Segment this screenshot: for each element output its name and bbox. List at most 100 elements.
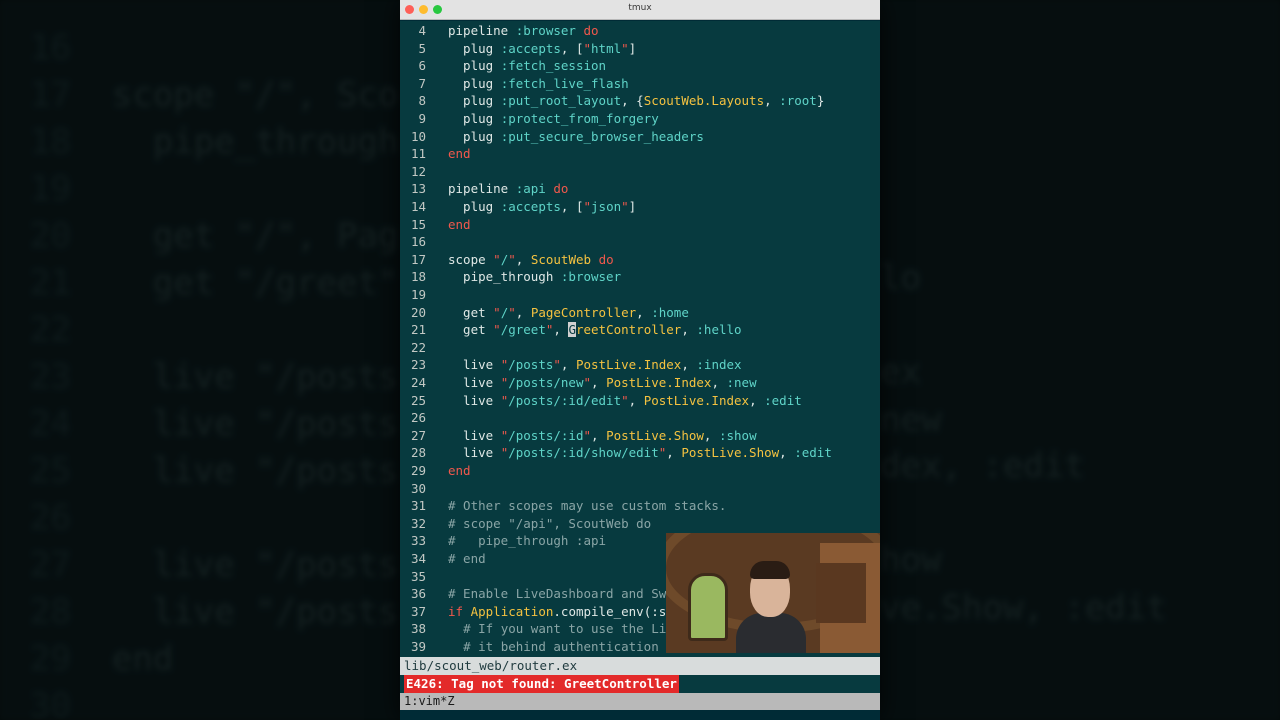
line-number: 18 — [410, 269, 426, 285]
line-number: 32 — [410, 515, 426, 531]
code-text: plug :put_secure_browser_headers — [448, 128, 704, 144]
code-text: plug :fetch_session — [448, 58, 607, 74]
line-number: 29 — [410, 463, 426, 478]
code-text: scope "/", ScoutWeb do — [448, 251, 614, 267]
code-line[interactable]: 19 — [400, 286, 880, 304]
code-text: end — [448, 146, 471, 162]
window-title: tmux — [628, 3, 652, 13]
line-number: 35 — [410, 568, 426, 584]
line-number: 34 — [410, 551, 426, 566]
code-line[interactable]: 8 plug :put_root_layout, {ScoutWeb.Layou… — [400, 92, 880, 110]
code-text: live "/posts", PostLive.Index, :index — [448, 357, 742, 373]
code-text: plug :accepts, ["html"] — [448, 40, 637, 56]
webcam-overlay — [666, 533, 880, 653]
code-text: # end — [448, 551, 486, 566]
terminal-window: tmux 4 pipeline :browser do 5 plug :accept… — [400, 0, 880, 720]
line-number: 27 — [410, 427, 426, 443]
line-number: 30 — [410, 480, 426, 496]
code-line[interactable]: 16 — [400, 233, 880, 251]
line-number: 20 — [410, 304, 426, 320]
tmux-status-bar: 1:vim*Z — [400, 693, 880, 710]
code-text: # Enable LiveDashboard and Sw — [448, 586, 667, 602]
code-line[interactable]: 12 — [400, 163, 880, 181]
code-text: live "/posts/:id/show/edit", PostLive.Sh… — [448, 445, 832, 461]
line-number: 19 — [410, 287, 426, 302]
window-titlebar[interactable]: tmux — [400, 0, 880, 20]
cam-background-shelf — [816, 563, 866, 623]
code-line[interactable]: 29 end — [400, 462, 880, 480]
line-number: 33 — [410, 533, 426, 549]
code-text: # scope "/api", ScoutWeb do — [448, 515, 652, 531]
code-text: # Other scopes may use custom stacks. — [448, 498, 727, 514]
code-text: pipeline :api do — [448, 181, 569, 197]
code-line[interactable]: 25 live "/posts/:id/edit", PostLive.Inde… — [400, 392, 880, 410]
code-text: live "/posts/:id", PostLive.Show, :show — [448, 427, 757, 443]
code-line[interactable]: 4 pipeline :browser do — [400, 22, 880, 40]
presenter-hair — [750, 561, 790, 579]
line-number: 25 — [410, 392, 426, 408]
code-line[interactable]: 13 pipeline :api do — [400, 180, 880, 198]
code-text: # pipe_through :api — [448, 533, 607, 549]
code-line[interactable]: 10 plug :put_secure_browser_headers — [400, 128, 880, 146]
line-number: 21 — [410, 322, 426, 338]
cam-round-window — [688, 573, 728, 641]
code-line[interactable]: 17 scope "/", ScoutWeb do — [400, 251, 880, 269]
presenter-body — [736, 613, 806, 653]
code-line[interactable]: 32 # scope "/api", ScoutWeb do — [400, 515, 880, 533]
presenter-avatar — [736, 561, 806, 653]
code-text: plug :accepts, ["json"] — [448, 199, 637, 214]
code-text: plug :protect_from_forgery — [448, 111, 659, 126]
line-number: 8 — [418, 93, 426, 109]
line-number: 6 — [418, 58, 426, 74]
code-text: get "/", PageController, :home — [448, 304, 689, 320]
line-number: 10 — [410, 128, 426, 144]
line-number: 24 — [410, 375, 426, 390]
code-line[interactable]: 9 plug :protect_from_forgery — [400, 110, 880, 128]
error-message: E426: Tag not found: GreetController — [404, 675, 679, 693]
code-line[interactable]: 18 pipe_through :browser — [400, 268, 880, 286]
code-line[interactable]: 7 plug :fetch_live_flash — [400, 75, 880, 93]
code-line[interactable]: 21 get "/greet", GreetController, :hello — [400, 321, 880, 339]
code-line[interactable]: 26 — [400, 409, 880, 427]
line-number: 31 — [410, 498, 426, 514]
code-line[interactable]: 27 live "/posts/:id", PostLive.Show, :sh… — [400, 427, 880, 445]
code-line[interactable]: 28 live "/posts/:id/show/edit", PostLive… — [400, 444, 880, 462]
code-line[interactable]: 24 live "/posts/new", PostLive.Index, :n… — [400, 374, 880, 392]
code-text: end — [448, 463, 471, 478]
line-number: 37 — [410, 603, 426, 619]
vim-command-line[interactable]: E426: Tag not found: GreetController — [400, 675, 880, 693]
line-number: 12 — [410, 163, 426, 179]
line-number: 9 — [418, 111, 426, 126]
code-line[interactable]: 23 live "/posts", PostLive.Index, :index — [400, 356, 880, 374]
code-text: plug :put_root_layout, {ScoutWeb.Layouts… — [448, 93, 825, 109]
line-number: 13 — [410, 181, 426, 197]
line-number: 39 — [410, 639, 426, 654]
code-text: live "/posts/:id/edit", PostLive.Index, … — [448, 392, 802, 408]
line-number: 4 — [418, 23, 426, 38]
line-number: 36 — [410, 586, 426, 602]
line-number: 26 — [410, 410, 426, 426]
code-text: end — [448, 216, 471, 232]
code-line[interactable]: 20 get "/", PageController, :home — [400, 304, 880, 322]
line-number: 15 — [410, 216, 426, 232]
line-number: 17 — [410, 251, 426, 267]
code-line[interactable]: 11 end — [400, 145, 880, 163]
code-line[interactable]: 14 plug :accepts, ["json"] — [400, 198, 880, 216]
code-text: get "/greet", GreetController, :hello — [448, 322, 742, 338]
code-text: live "/posts/new", PostLive.Index, :new — [448, 375, 757, 390]
line-number: 5 — [418, 40, 426, 56]
line-number: 16 — [410, 234, 426, 250]
line-number: 22 — [410, 339, 426, 355]
code-line[interactable]: 31 # Other scopes may use custom stacks. — [400, 497, 880, 515]
vim-status-line-filename: lib/scout_web/router.ex — [400, 657, 880, 675]
code-line[interactable]: 15 end — [400, 216, 880, 234]
code-line[interactable]: 6 plug :fetch_session — [400, 57, 880, 75]
line-number: 28 — [410, 445, 426, 461]
code-line[interactable]: 5 plug :accepts, ["html"] — [400, 40, 880, 58]
code-text: # it behind authentication a — [463, 639, 674, 654]
code-line[interactable]: 22 — [400, 339, 880, 357]
code-text: pipe_through :browser — [448, 269, 622, 285]
line-number: 11 — [410, 146, 426, 162]
code-line[interactable]: 30 — [400, 480, 880, 498]
line-number: 23 — [410, 357, 426, 373]
